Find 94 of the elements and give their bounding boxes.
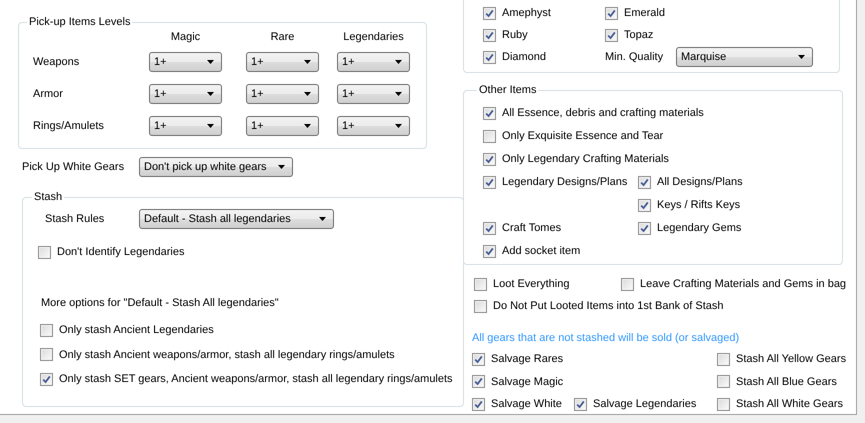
checkbox[interactable] — [574, 398, 587, 410]
checkbox-label[interactable]: Loot Everything — [493, 278, 570, 290]
checkbox[interactable] — [638, 222, 651, 234]
checkbox[interactable] — [472, 352, 485, 366]
column-header: Legendaries — [342, 31, 405, 43]
checkbox[interactable] — [474, 278, 487, 290]
checkbox-label[interactable]: Salvage White — [491, 398, 562, 410]
checkbox[interactable] — [483, 130, 496, 142]
caret-icon — [319, 217, 326, 221]
row-label: Weapons — [33, 56, 80, 68]
checkbox-label[interactable]: Only Exquisite Essence and Tear — [502, 130, 664, 142]
checkbox-label[interactable]: Salvage Magic — [491, 376, 564, 388]
field-label: Min. Quality — [605, 51, 664, 63]
field-label: Pick Up White Gears — [22, 161, 126, 173]
dropdown[interactable]: 1+ — [149, 84, 222, 104]
caret-icon — [304, 60, 311, 64]
checkbox[interactable] — [483, 50, 496, 64]
checkbox-label[interactable]: Salvage Rares — [491, 353, 564, 365]
row-label: Rings/Amulets — [33, 120, 105, 132]
checkbox[interactable] — [621, 278, 634, 290]
checkbox-label[interactable]: Only stash Ancient weapons/armor, stash all legendary rings/amulets — [59, 348, 395, 360]
caret-icon — [207, 92, 214, 96]
checkbox-label[interactable]: Legendary Gems — [657, 222, 742, 234]
checkbox[interactable] — [40, 372, 53, 386]
dropdown[interactable]: 1+ — [246, 84, 319, 104]
checkbox[interactable] — [483, 6, 496, 20]
checkbox-label[interactable]: All Designs/Plans — [657, 176, 743, 188]
checkbox[interactable] — [483, 152, 496, 166]
checkbox-label[interactable]: Only stash Ancient Legendaries — [59, 324, 214, 336]
group-title: Stash — [33, 191, 64, 204]
checkbox[interactable] — [474, 300, 487, 312]
caret-icon — [798, 55, 805, 59]
checkbox[interactable] — [483, 106, 496, 120]
checkbox[interactable] — [472, 375, 485, 388]
dropdown[interactable]: 1+ — [337, 52, 410, 72]
checkbox-label[interactable]: Topaz — [624, 29, 654, 41]
checkbox[interactable] — [472, 398, 485, 410]
checkbox-label[interactable]: Add socket item — [502, 245, 580, 257]
checkbox[interactable] — [483, 176, 496, 188]
checkbox-label[interactable]: Keys / Rifts Keys — [657, 199, 740, 211]
field-label: Stash Rules — [45, 213, 106, 225]
caret-icon — [278, 165, 285, 169]
checkbox-label[interactable]: Emerald — [624, 7, 665, 19]
section-text: More options for "Default - Stash All legendaries" — [41, 296, 280, 310]
group-title: Other Items — [478, 84, 538, 97]
checkbox-label[interactable]: Only stash SET gears, Ancient weapons/armor, stash all legendary rings/amulets — [59, 373, 453, 385]
checkbox[interactable] — [717, 398, 730, 410]
dropdown[interactable]: 1+ — [337, 84, 410, 104]
checkbox[interactable] — [605, 6, 618, 20]
checkbox-label[interactable]: All Essence, debris and crafting materials — [502, 107, 704, 119]
dropdown[interactable]: Don't pick up white gears — [139, 157, 293, 177]
caret-icon — [304, 124, 311, 128]
checkbox[interactable] — [638, 198, 651, 212]
checkbox-label[interactable]: Leave Crafting Materials and Gems in bag — [640, 278, 846, 290]
caret-icon — [395, 124, 402, 128]
row-label: Armor — [33, 88, 64, 100]
checkbox-label[interactable]: Stash All Yellow Gears — [736, 353, 846, 365]
column-header: Rare — [270, 31, 296, 43]
caret-icon — [395, 92, 402, 96]
dropdown[interactable]: Default - Stash all legendaries — [139, 209, 334, 229]
checkbox-label[interactable]: Craft Tomes — [502, 222, 562, 234]
checkbox-label[interactable]: Legendary Designs/Plans — [502, 176, 628, 188]
caret-icon — [207, 60, 214, 64]
dropdown[interactable]: 1+ — [246, 52, 319, 72]
checkbox-label[interactable]: Stash All Blue Gears — [736, 376, 837, 388]
caret-icon — [304, 92, 311, 96]
dropdown[interactable]: 1+ — [149, 116, 222, 136]
checkbox[interactable] — [483, 222, 496, 234]
checkbox-label[interactable]: Don't Identify Legendaries — [57, 246, 184, 258]
caret-icon — [395, 60, 402, 64]
dropdown[interactable]: 1+ — [149, 52, 222, 72]
dropdown[interactable]: 1+ — [246, 116, 319, 136]
checkbox[interactable] — [717, 352, 730, 366]
checkbox[interactable] — [638, 176, 651, 188]
checkbox[interactable] — [605, 28, 618, 42]
column-header: Magic — [170, 31, 202, 43]
checkbox-label[interactable]: Ruby — [502, 29, 528, 41]
checkbox[interactable] — [38, 246, 51, 258]
checkbox[interactable] — [483, 28, 496, 42]
info-text: All gears that are not stashed will be sold (or salvaged) — [472, 331, 740, 345]
group-title: Pick-up Items Levels — [28, 16, 132, 29]
checkbox[interactable] — [717, 375, 730, 388]
checkbox-label[interactable]: Diamond — [502, 51, 546, 63]
checkbox-label[interactable]: Stash All White Gears — [736, 398, 843, 410]
checkbox-label[interactable]: Salvage Legendaries — [593, 398, 696, 410]
checkbox-label[interactable]: Do Not Put Looted Items into 1st Bank of Stash — [493, 300, 724, 312]
caret-icon — [207, 124, 214, 128]
checkbox[interactable] — [483, 244, 496, 258]
checkbox-label[interactable]: Only Legendary Crafting Materials — [502, 153, 669, 165]
checkbox[interactable] — [40, 348, 53, 361]
checkbox[interactable] — [40, 324, 53, 336]
dropdown[interactable]: 1+ — [337, 116, 410, 136]
dropdown[interactable]: Marquise — [676, 47, 813, 67]
checkbox-label[interactable]: Amephyst — [502, 7, 551, 19]
